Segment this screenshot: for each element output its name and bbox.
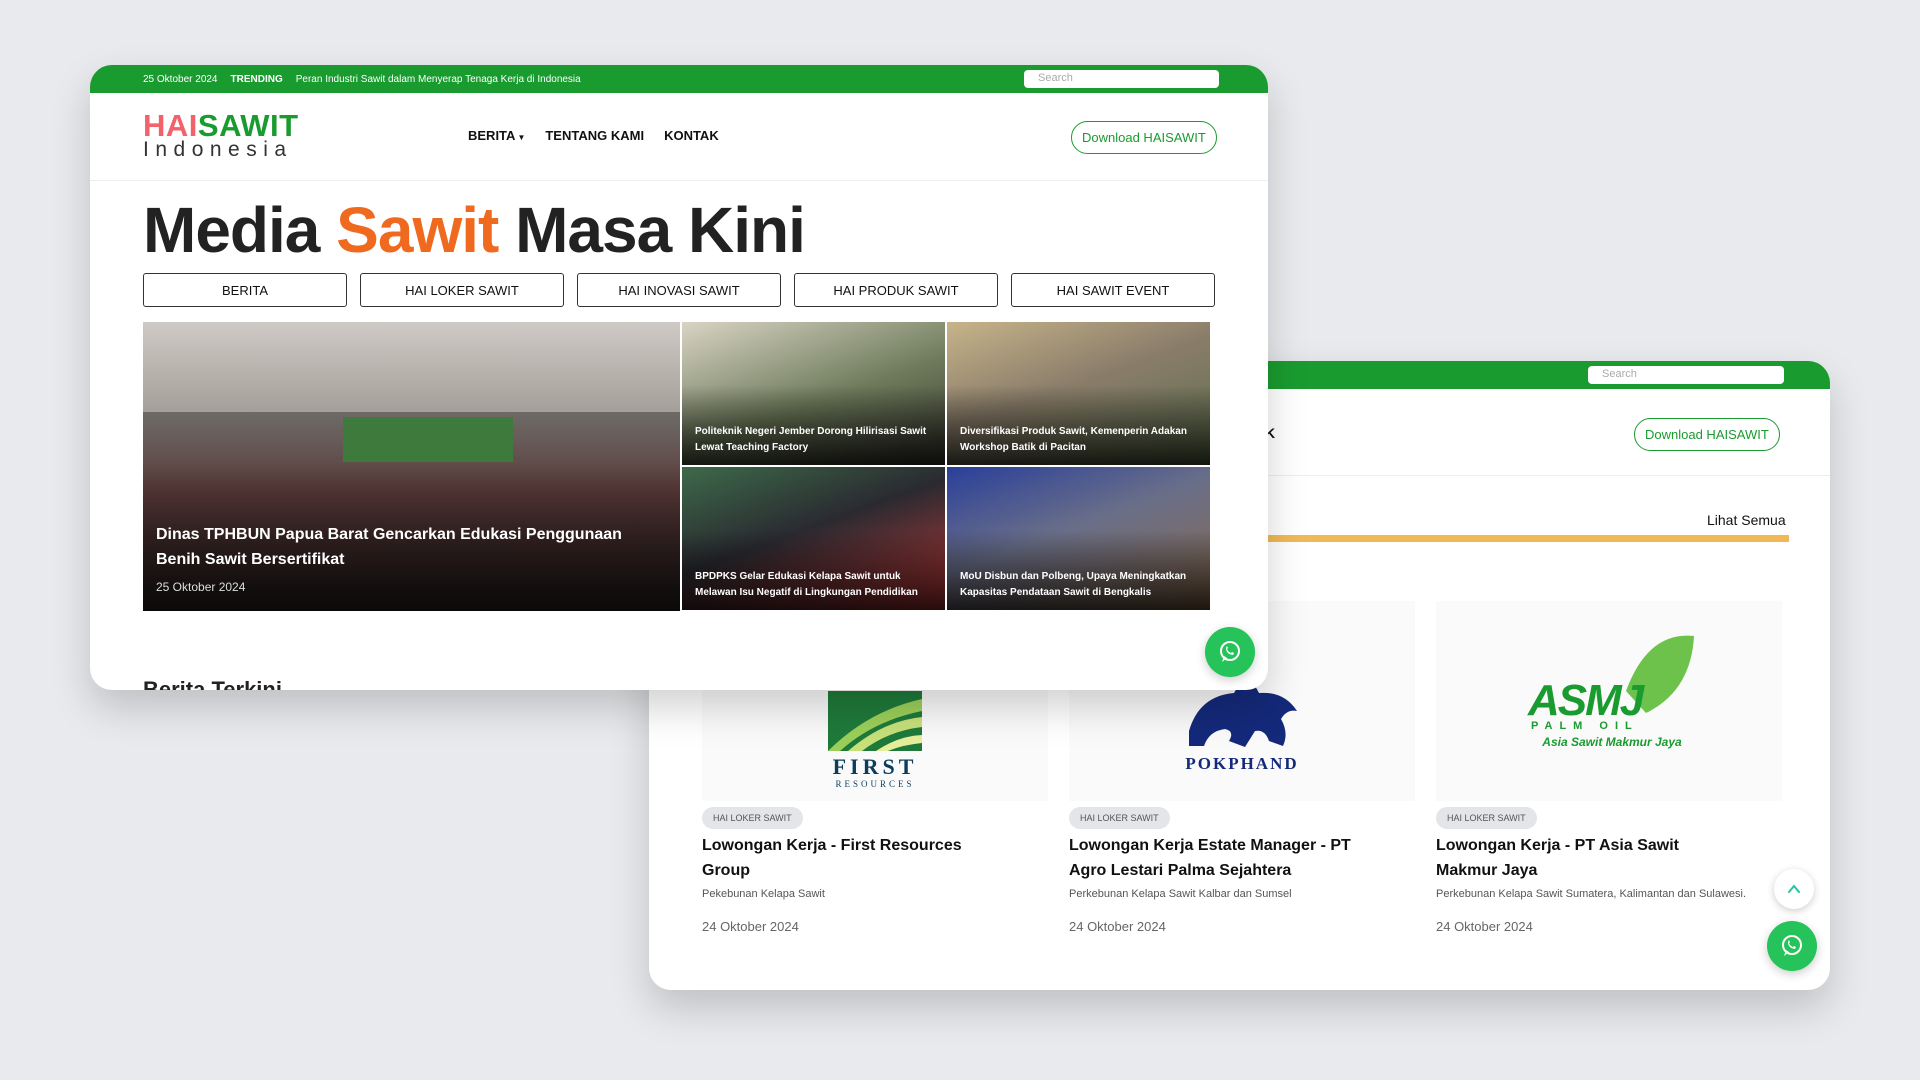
search-input[interactable]: Search (1024, 70, 1219, 88)
svg-text:RESOURCES: RESOURCES (835, 779, 914, 789)
news-photo-stage (343, 417, 513, 462)
job-title[interactable]: Lowongan Kerja - PT Asia Sawit Makmur Ja… (1436, 833, 1736, 883)
scroll-to-top-button[interactable] (1774, 869, 1814, 909)
featured-news-date: 25 Oktober 2024 (156, 580, 246, 594)
svg-text:POKPHAND: POKPHAND (1185, 754, 1298, 773)
see-all-link[interactable]: Lihat Semua (1707, 512, 1786, 528)
section-heading: Berita Terkini (143, 677, 282, 690)
download-app-button[interactable]: Download HAISAWIT (1634, 418, 1780, 451)
category-badge[interactable]: HAI LOKER SAWIT (1436, 807, 1537, 829)
job-title[interactable]: Lowongan Kerja Estate Manager - PT Agro … (1069, 833, 1369, 883)
topbar-date: 25 Oktober 2024 (143, 73, 218, 85)
category-button-inovasi[interactable]: HAI INOVASI SAWIT (577, 273, 781, 307)
whatsapp-icon (1782, 935, 1802, 956)
logo-subtitle: Indonesia (143, 138, 293, 161)
job-subtitle: Pekebunan Kelapa Sawit (702, 888, 825, 900)
job-logo-asmj: ASMJ PALM OIL Asia Sawit Makmur Jaya (1436, 601, 1782, 801)
category-button-produk[interactable]: HAI PRODUK SAWIT (794, 273, 998, 307)
category-button-event[interactable]: HAI SAWIT EVENT (1011, 273, 1215, 307)
nav-link-kontak[interactable]: KONTAK (664, 128, 719, 143)
hero-heading: Media Sawit Masa Kini (143, 193, 806, 267)
job-date: 24 Oktober 2024 (1069, 919, 1166, 934)
news-tile-title[interactable]: Diversifikasi Produk Sawit, Kemenperin A… (960, 424, 1200, 456)
main-nav: BERITA ▼ TENTANG KAMI KONTAK (468, 128, 719, 143)
caret-down-icon: ▼ (517, 133, 526, 142)
news-tile-title[interactable]: BPDPKS Gelar Edukasi Kelapa Sawit untuk … (695, 569, 935, 601)
category-badge[interactable]: HAI LOKER SAWIT (1069, 807, 1170, 829)
header-divider (90, 180, 1268, 181)
svg-text:FIRST: FIRST (833, 754, 918, 779)
whatsapp-button[interactable] (1767, 921, 1817, 971)
news-tile-title[interactable]: MoU Disbun dan Polbeng, Upaya Meningkatk… (960, 569, 1200, 601)
category-button-loker[interactable]: HAI LOKER SAWIT (360, 273, 564, 307)
nav-link-tentang[interactable]: TENTANG KAMI (545, 128, 644, 143)
svg-text:ASMJ: ASMJ (1527, 676, 1646, 725)
trending-link[interactable]: Peran Industri Sawit dalam Menyerap Tena… (296, 74, 581, 85)
svg-text:PALM OIL: PALM OIL (1531, 720, 1639, 732)
category-buttons: BERITA HAI LOKER SAWIT HAI INOVASI SAWIT… (143, 273, 1215, 307)
job-subtitle: Perkebunan Kelapa Sawit Sumatera, Kalima… (1436, 888, 1747, 900)
front-browser-window: 25 Oktober 2024 TRENDING Peran Industri … (90, 65, 1268, 690)
hero-text: Media (143, 194, 337, 266)
svg-text:Asia Sawit Makmur Jaya: Asia Sawit Makmur Jaya (1541, 735, 1682, 749)
featured-news[interactable]: Dinas TPHBUN Papua Barat Gencarkan Eduka… (143, 322, 680, 611)
job-title[interactable]: Lowongan Kerja - First Resources Group (702, 833, 1002, 883)
news-tile[interactable]: MoU Disbun dan Polbeng, Upaya Meningkatk… (947, 467, 1210, 610)
category-badge[interactable]: HAI LOKER SAWIT (702, 807, 803, 829)
nav-link-berita[interactable]: BERITA ▼ (468, 128, 525, 143)
trending-label: TRENDING (230, 73, 283, 85)
chevron-up-icon (1788, 884, 1800, 893)
news-tile[interactable]: BPDPKS Gelar Edukasi Kelapa Sawit untuk … (682, 467, 945, 610)
job-date: 24 Oktober 2024 (702, 919, 799, 934)
search-input[interactable]: Search (1588, 366, 1784, 384)
category-button-berita[interactable]: BERITA (143, 273, 347, 307)
featured-news-title[interactable]: Dinas TPHBUN Papua Barat Gencarkan Eduka… (156, 522, 656, 572)
whatsapp-button[interactable] (1205, 627, 1255, 677)
hero-text: Masa Kini (498, 194, 806, 266)
nav-label: BERITA (468, 128, 516, 143)
job-subtitle: Perkebunan Kelapa Sawit Kalbar dan Sumse… (1069, 888, 1292, 900)
job-date: 24 Oktober 2024 (1436, 919, 1533, 934)
news-tile[interactable]: Diversifikasi Produk Sawit, Kemenperin A… (947, 322, 1210, 465)
whatsapp-icon (1220, 641, 1240, 662)
news-tile-title[interactable]: Politeknik Negeri Jember Dorong Hilirisa… (695, 424, 935, 456)
section-underline (1265, 535, 1789, 542)
news-photo (143, 322, 680, 412)
download-app-button[interactable]: Download HAISAWIT (1071, 121, 1217, 154)
site-logo[interactable]: HAISAWIT Indonesia (143, 110, 299, 160)
news-tile[interactable]: Politeknik Negeri Jember Dorong Hilirisa… (682, 322, 945, 465)
hero-highlight: Sawit (336, 194, 499, 266)
